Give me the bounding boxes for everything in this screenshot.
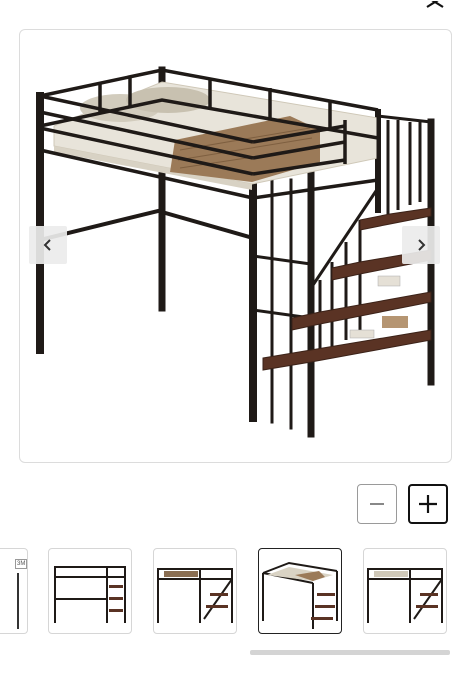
thumbnail-strip[interactable]: 3M (0, 546, 469, 638)
loft-bed-image (36, 66, 435, 438)
bed-thumbnail-image (262, 561, 338, 629)
close-button[interactable] (422, 0, 452, 12)
previous-image-button[interactable] (29, 226, 67, 264)
bed-thumbnail-image (367, 568, 443, 623)
thumbnail-scrollbar[interactable] (250, 650, 450, 655)
bed-thumbnail-image (54, 566, 126, 623)
plus-icon (419, 495, 437, 513)
thumbnail-partial[interactable]: 3M (0, 548, 28, 634)
main-product-image[interactable] (19, 29, 452, 463)
bed-thumbnail-image (157, 568, 233, 623)
minus-icon (370, 503, 384, 505)
chevron-right-icon (418, 239, 426, 251)
thumbnail-1[interactable] (48, 548, 132, 634)
thumbnail-4[interactable] (363, 548, 447, 634)
thumbnail-3-selected[interactable] (258, 548, 342, 634)
zoom-out-button[interactable] (357, 484, 397, 524)
next-image-button[interactable] (402, 226, 440, 264)
close-icon (426, 0, 444, 8)
thumbnail-label: 3M (15, 559, 27, 569)
zoom-in-button[interactable] (408, 484, 448, 524)
thumbnail-2[interactable] (153, 548, 237, 634)
chevron-left-icon (43, 239, 51, 251)
